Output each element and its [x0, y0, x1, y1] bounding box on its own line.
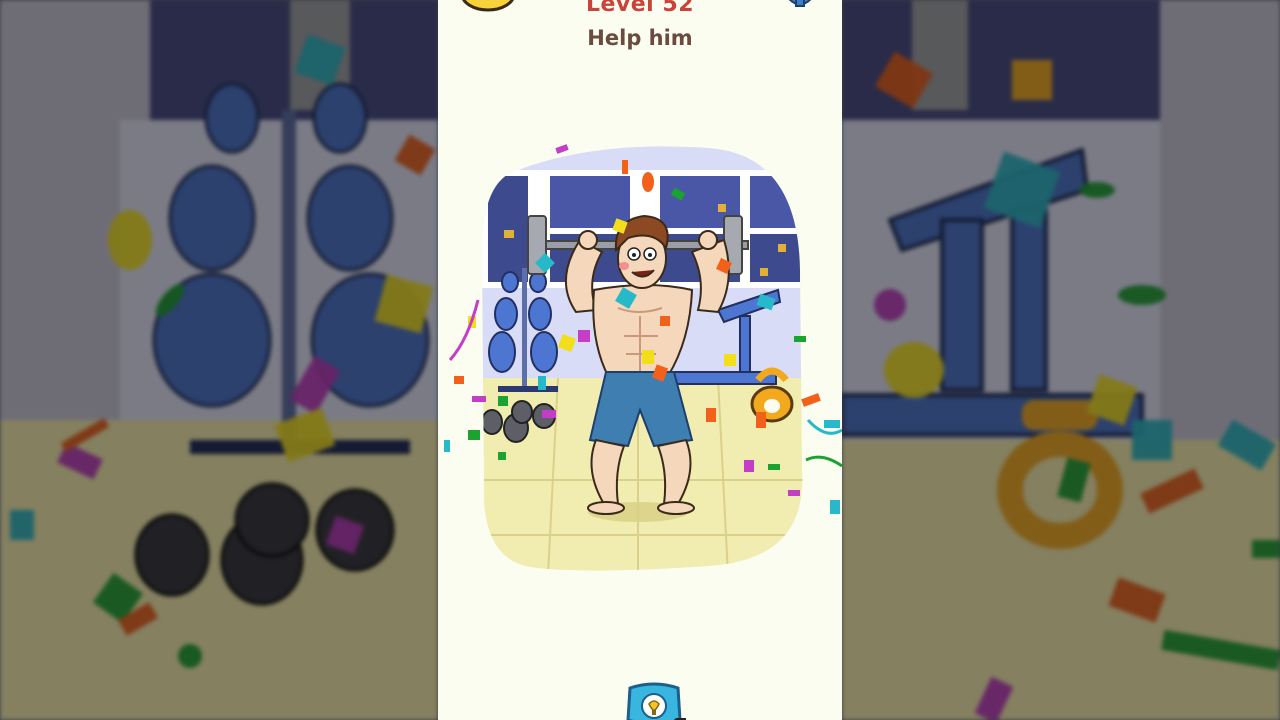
task-instruction: Help him — [587, 26, 693, 50]
background-blur-right — [842, 0, 1280, 720]
settings-button[interactable] — [774, 0, 830, 20]
game-screen: Level 52 Help him — [438, 0, 842, 720]
hint-button[interactable] — [622, 680, 688, 720]
top-bar: Level 52 Help him — [438, 0, 842, 60]
lightbulb-icon — [626, 682, 688, 720]
gear-icon — [788, 0, 812, 7]
background-blur-left — [0, 0, 438, 720]
gym-scene[interactable] — [478, 140, 808, 575]
